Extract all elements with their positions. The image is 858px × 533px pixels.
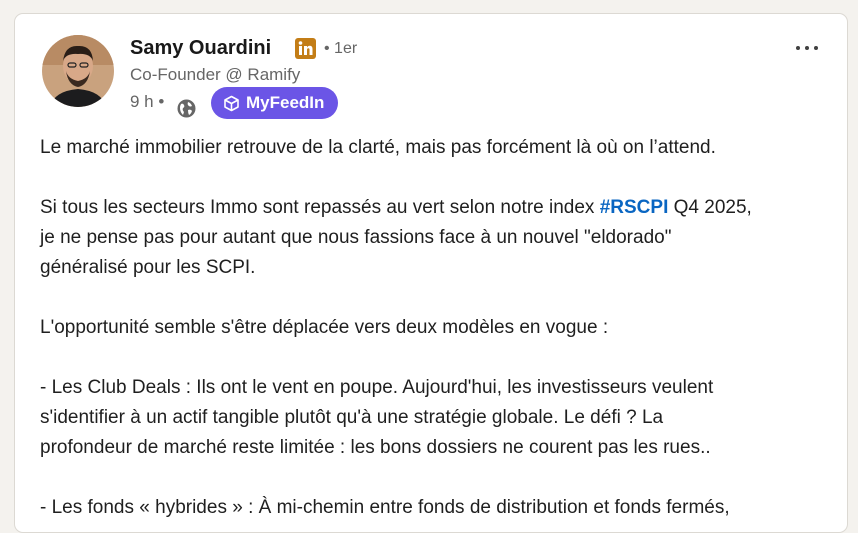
post-timestamp: 9 h • xyxy=(130,92,165,111)
post-paragraph: - Les fonds « hybrides » : À mi-chemin e… xyxy=(40,497,730,518)
post-paragraph: s'identifier à un actif tangible plutôt … xyxy=(40,407,664,428)
connection-degree: • 1er xyxy=(324,40,358,57)
post-paragraph: je ne pense pas pour autant que nous fas… xyxy=(40,227,672,248)
author-avatar[interactable] xyxy=(42,35,114,107)
badge-label: MyFeedIn xyxy=(246,93,325,112)
more-options-button[interactable] xyxy=(791,40,823,56)
linkedin-premium-icon xyxy=(295,38,316,59)
ellipsis-icon xyxy=(796,46,800,50)
cube-icon xyxy=(224,95,239,111)
hashtag-link[interactable]: #RSCPI xyxy=(600,197,669,218)
post-paragraph: Le marché immobilier retrouve de la clar… xyxy=(40,137,716,158)
author-name[interactable]: Samy Ouardini xyxy=(130,37,271,60)
post-paragraph: généralisé pour les SCPI. xyxy=(40,257,256,278)
author-headline: Co-Founder @ Ramify xyxy=(130,65,301,84)
myfeedin-badge[interactable]: MyFeedIn xyxy=(211,87,339,119)
post-text: Si tous les secteurs Immo sont repassés … xyxy=(40,197,600,218)
post-paragraph: profondeur de marché reste limitée : les… xyxy=(40,437,711,458)
feed-post-card: Samy Ouardini • 1er Co-Founder @ Ramify … xyxy=(14,13,848,533)
post-body: Le marché immobilier retrouve de la clar… xyxy=(40,133,830,523)
post-text: Q4 2025, xyxy=(668,197,752,218)
post-paragraph: - Les Club Deals : Ils ont le vent en po… xyxy=(40,377,714,398)
globe-icon xyxy=(176,98,197,119)
post-paragraph: L'opportunité semble s'être déplacée ver… xyxy=(40,317,609,338)
post-paragraph: Si tous les secteurs Immo sont repassés … xyxy=(40,193,830,223)
